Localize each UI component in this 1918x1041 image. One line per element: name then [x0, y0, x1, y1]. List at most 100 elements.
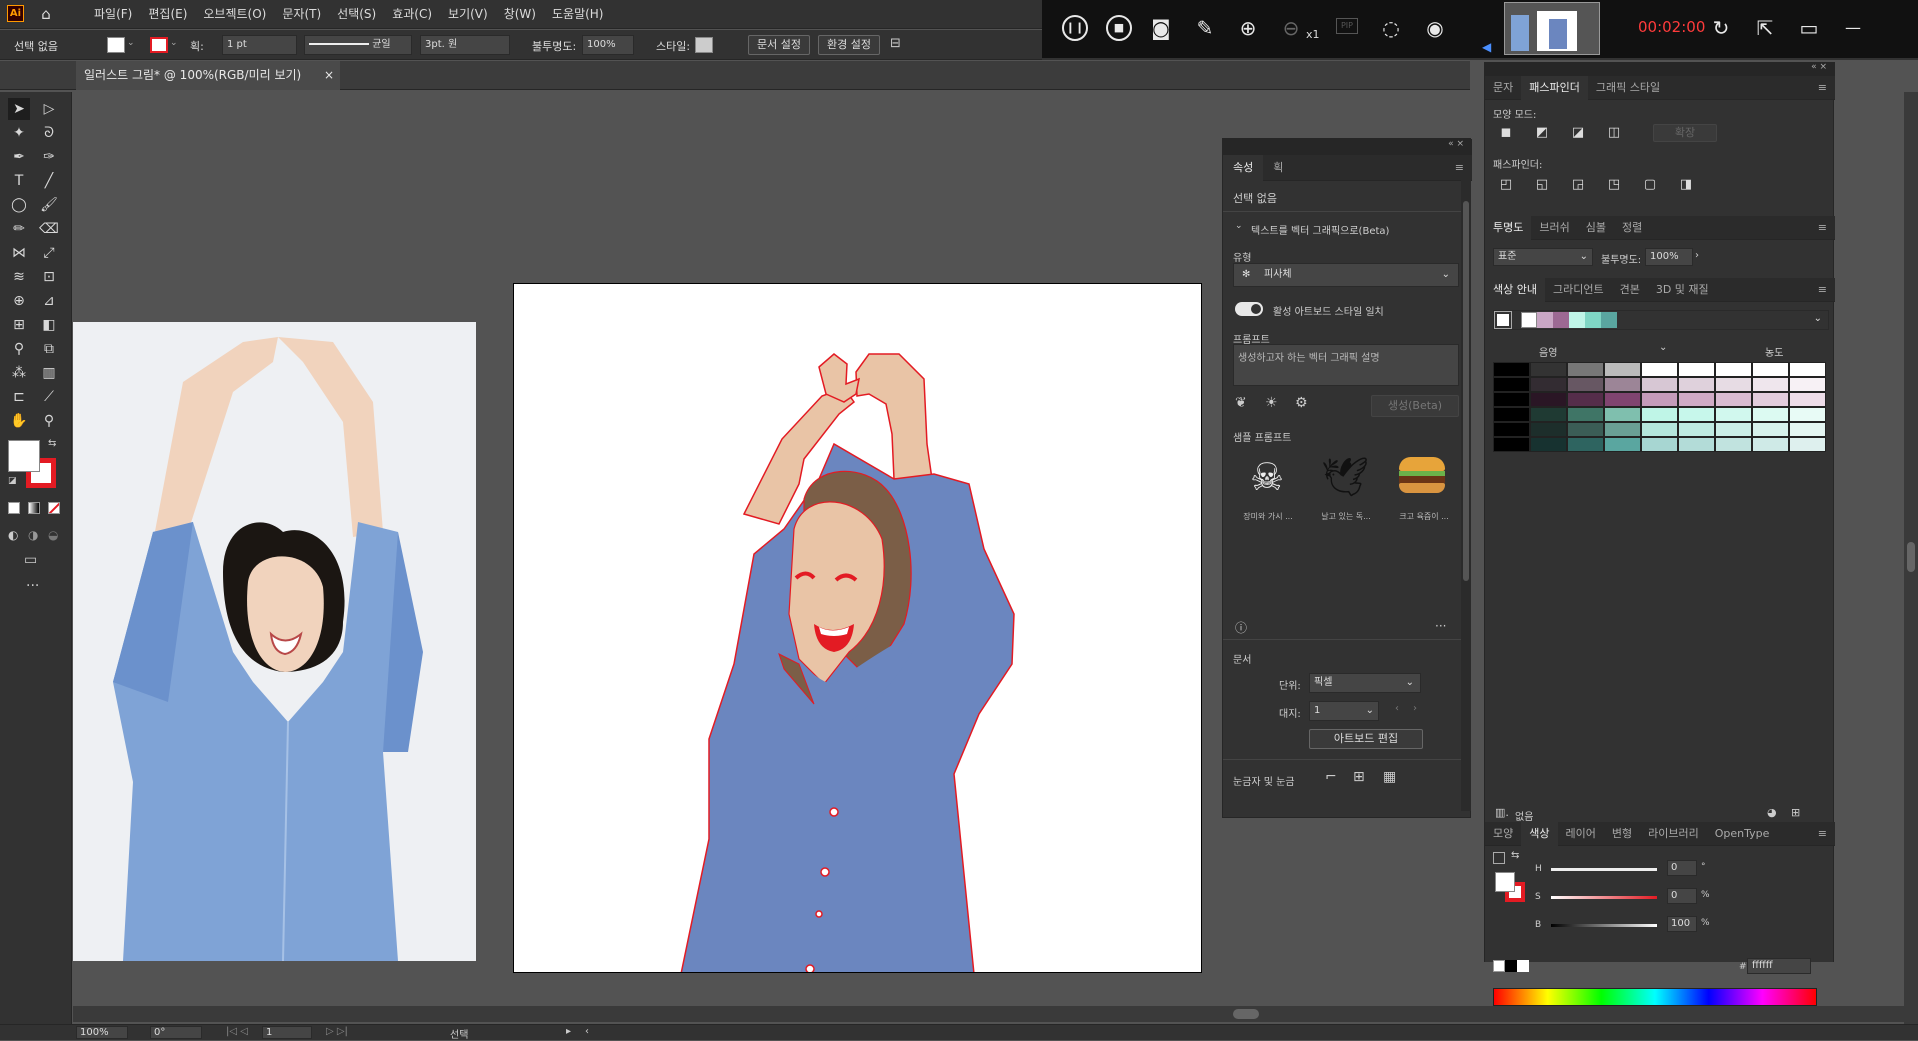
tab-symbols[interactable]: 심볼	[1578, 216, 1614, 240]
tab-opentype[interactable]: OpenType	[1707, 822, 1778, 846]
opacity-input[interactable]: 100%	[582, 35, 634, 55]
eyedropper-icon[interactable]: ⚲	[8, 338, 30, 360]
perspective-icon[interactable]: ⊿	[38, 290, 60, 312]
warp-tool-icon[interactable]: ≋	[8, 266, 30, 288]
selection-tool-icon[interactable]: ➤	[8, 98, 30, 120]
draw-inside-icon[interactable]: ◒	[48, 528, 58, 542]
free-transform-icon[interactable]: ⊡	[38, 266, 60, 288]
panel-scrollbar[interactable]	[1461, 171, 1471, 811]
rotate-select[interactable]: 0°	[150, 1026, 202, 1039]
preferences-button[interactable]: 환경 설정	[818, 35, 880, 55]
zoom-select[interactable]: 100%	[76, 1026, 128, 1039]
none-mode-icon[interactable]	[48, 502, 60, 514]
menu-type[interactable]: 문자(T)	[274, 0, 329, 29]
lightbulb-icon[interactable]: ☀	[1265, 395, 1278, 411]
tab-graphic-styles[interactable]: 그래픽 스타일	[1588, 76, 1668, 100]
tab-3d-materials[interactable]: 3D 및 재질	[1648, 278, 1717, 302]
exclude-icon[interactable]: ◫	[1605, 124, 1623, 142]
stroke-swatch[interactable]	[150, 37, 168, 53]
chevron-down-icon[interactable]: ⌄	[1235, 221, 1243, 231]
hex-input[interactable]: ffffff	[1747, 958, 1811, 974]
menu-file[interactable]: 파일(F)	[86, 0, 140, 29]
sample-skull-icon[interactable]: ☠	[1241, 451, 1293, 503]
swatch-library-icon[interactable]: ▥.	[1495, 806, 1509, 819]
tab-swatches[interactable]: 견본	[1612, 278, 1648, 302]
ellipse-tool-icon[interactable]: ◯	[8, 194, 30, 216]
fill-swatch[interactable]	[1495, 872, 1515, 892]
menu-object[interactable]: 오브젝트(O)	[195, 0, 274, 29]
gear-icon[interactable]: ⚙	[1295, 395, 1308, 411]
tab-gradient[interactable]: 그라디언트	[1545, 278, 1612, 302]
minus-back-icon[interactable]: ◨	[1677, 176, 1695, 194]
pause-icon[interactable]: ❙❙	[1062, 15, 1088, 41]
screen-mode-icon[interactable]: ▭	[24, 552, 37, 568]
scroll-thumb[interactable]	[1233, 1009, 1259, 1019]
symbol-sprayer-icon[interactable]: ⁂	[8, 362, 30, 384]
more-tools-icon[interactable]: ···	[26, 578, 39, 594]
minimize-icon[interactable]: —	[1840, 15, 1866, 41]
first-artboard-icon[interactable]: |◁ ◁	[226, 1026, 248, 1037]
magic-wand-icon[interactable]: ✦	[8, 122, 30, 144]
mesh-tool-icon[interactable]: ⊞	[8, 314, 30, 336]
brush-select[interactable]: 3pt. 원	[420, 35, 510, 55]
menu-edit[interactable]: 편집(E)	[140, 0, 195, 29]
default-colors-icon[interactable]: ◪	[8, 476, 17, 486]
horizontal-scrollbar[interactable]	[73, 1006, 1904, 1022]
export-icon[interactable]: ⇱	[1752, 15, 1778, 41]
grid-icon[interactable]: ⊞	[1353, 769, 1365, 785]
reflect-tool-icon[interactable]: ⋈	[8, 242, 30, 264]
panel-menu-icon[interactable]: ≡	[1810, 76, 1835, 100]
effects-icon[interactable]: ❦	[1235, 395, 1247, 411]
opacity-input[interactable]: 100%	[1645, 248, 1693, 266]
artboard-tool-icon[interactable]: ⊏	[8, 386, 30, 408]
save-swatches-icon[interactable]: ⊞	[1791, 806, 1800, 819]
sample-bird-icon[interactable]: 🕊	[1319, 451, 1371, 503]
vector-section-title[interactable]: 텍스트를 벡터 그래픽으로(Beta)	[1251, 222, 1389, 237]
lasso-icon[interactable]: ᘐ	[38, 122, 60, 144]
zoom-tool-icon[interactable]: ⚲	[38, 410, 60, 432]
zoom-in-icon[interactable]: ⊕	[1235, 15, 1261, 41]
line-tool-icon[interactable]: ╱	[38, 170, 60, 192]
brush-tool-icon[interactable]: 🖌	[38, 194, 60, 216]
tab-color[interactable]: 색상	[1521, 821, 1558, 846]
drop-icon[interactable]: ◌	[1378, 15, 1404, 41]
reference-photo[interactable]	[73, 322, 476, 961]
speaker-icon[interactable]: ◀	[1482, 40, 1491, 54]
tab-align[interactable]: 정렬	[1614, 216, 1650, 240]
unite-icon[interactable]: ◼	[1497, 124, 1515, 142]
stroke-weight-input[interactable]: 1 pt	[222, 35, 297, 55]
scroll-thumb[interactable]	[1907, 542, 1915, 572]
intersect-icon[interactable]: ◪	[1569, 124, 1587, 142]
menu-effect[interactable]: 효과(C)	[384, 0, 440, 29]
dock-collapse-icon[interactable]: « ×	[1485, 62, 1835, 76]
artboard[interactable]	[513, 283, 1202, 973]
generate-button[interactable]: 생성(Beta)	[1371, 395, 1459, 417]
arrange-icon[interactable]: ⊟	[890, 36, 901, 51]
tab-color-guide[interactable]: 색상 안내	[1485, 277, 1545, 302]
transparency-grid-icon[interactable]: ▦	[1383, 769, 1396, 785]
shade-grid[interactable]	[1493, 362, 1826, 452]
minus-front-icon[interactable]: ◩	[1533, 124, 1551, 142]
tab-appearance[interactable]: 모양	[1485, 822, 1521, 846]
pen-icon[interactable]: ✎	[1192, 15, 1218, 41]
tab-properties[interactable]: 속성	[1223, 154, 1264, 181]
document-tab[interactable]: 일러스트 그림* @ 100%(RGB/미리 보기) ×	[76, 61, 340, 90]
brightness-input[interactable]: 100	[1667, 916, 1697, 932]
fill-swatch[interactable]	[107, 37, 125, 53]
next-artboard-icon[interactable]: ›	[1413, 703, 1417, 714]
home-icon[interactable]: ⌂	[36, 5, 56, 23]
outline-icon[interactable]: ▢	[1641, 176, 1659, 194]
tab-layers[interactable]: 레이어	[1558, 822, 1604, 846]
divide-icon[interactable]: ◰	[1497, 176, 1515, 194]
type-select[interactable]: 피사체 ✻ ⌄	[1233, 263, 1459, 287]
menu-select[interactable]: 선택(S)	[329, 0, 384, 29]
saturation-slider[interactable]	[1551, 896, 1657, 899]
blend-tool-icon[interactable]: ⧉	[38, 338, 60, 360]
chevron-down-icon[interactable]: ⌄	[170, 38, 178, 48]
stop-icon[interactable]: ■	[1106, 15, 1132, 41]
pencil-tool-icon[interactable]: ✏	[8, 218, 30, 240]
refresh-icon[interactable]: ↻	[1708, 15, 1734, 41]
shape-builder-icon[interactable]: ⊕	[8, 290, 30, 312]
panel-menu-icon[interactable]: ≡	[1810, 278, 1835, 302]
sample-burger-icon[interactable]	[1399, 457, 1445, 495]
